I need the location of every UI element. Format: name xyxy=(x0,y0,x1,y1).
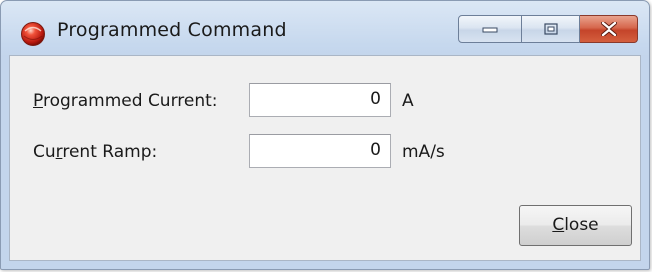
current-ramp-input[interactable]: 0 xyxy=(249,134,391,168)
close-icon xyxy=(600,22,617,36)
programmed-current-unit: A xyxy=(402,91,414,111)
programmed-current-input[interactable]: 0 xyxy=(249,83,391,117)
close-button[interactable]: Close xyxy=(519,205,632,246)
app-red-orb-icon xyxy=(21,22,45,46)
current-ramp-label: Current Ramp: xyxy=(33,142,158,162)
window-title: Programmed Command xyxy=(57,19,287,41)
minimize-button[interactable] xyxy=(458,15,522,43)
close-window-button[interactable] xyxy=(580,15,638,43)
minimize-icon xyxy=(482,27,498,33)
maximize-icon xyxy=(543,23,558,35)
title-bar[interactable]: Programmed Command xyxy=(1,1,649,55)
caption-buttons xyxy=(458,15,638,45)
current-ramp-unit: mA/s xyxy=(402,142,445,162)
maximize-button[interactable] xyxy=(522,15,580,43)
dialog-window: Programmed Command Programmed Current: 0… xyxy=(0,0,650,270)
dialog-body: Programmed Current: 0 A Current Ramp: 0 … xyxy=(9,55,641,261)
programmed-current-label: Programmed Current: xyxy=(33,91,218,111)
